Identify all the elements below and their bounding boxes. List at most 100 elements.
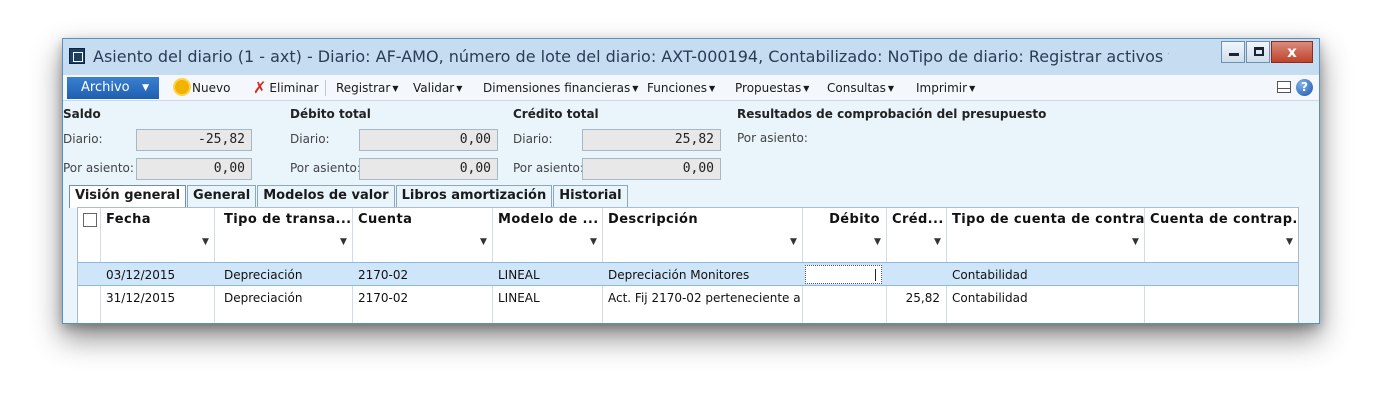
col-header-credito[interactable]: Créd... — [886, 208, 946, 232]
filter-dropdown-icon[interactable]: ▼ — [590, 232, 597, 252]
filter-dropdown-icon[interactable]: ▼ — [1132, 232, 1139, 252]
cell-modelo[interactable]: LINEAL — [492, 263, 602, 285]
validar-menu[interactable]: Validar ▼ — [413, 75, 462, 101]
credito-asiento-field[interactable]: 0,00 — [582, 158, 721, 180]
registrar-menu[interactable]: Registrar ▼ — [336, 75, 398, 101]
archivo-label: Archivo — [81, 80, 130, 95]
filter-dropdown-icon[interactable]: ▼ — [480, 232, 487, 252]
filter-dropdown-icon[interactable]: ▼ — [874, 232, 881, 252]
consultas-menu[interactable]: Consultas ▼ — [827, 75, 894, 101]
tab-vision-general[interactable]: Visión general — [69, 185, 187, 208]
funciones-label: Funciones — [647, 81, 707, 95]
cell-debito[interactable] — [802, 286, 886, 310]
app-icon — [69, 48, 85, 64]
close-button[interactable]: x — [1271, 41, 1313, 63]
nuevo-button[interactable]: Nuevo — [175, 75, 230, 101]
nuevo-label: Nuevo — [192, 81, 231, 95]
title-bar: Asiento del diario (1 - axt) - Diario: A… — [63, 39, 1319, 75]
col-header-debito[interactable]: Débito — [802, 208, 886, 232]
filter-dropdown-icon[interactable]: ▼ — [790, 232, 797, 252]
validar-label: Validar — [413, 81, 455, 95]
cell-fecha[interactable]: 31/12/2015 — [100, 286, 214, 310]
eliminar-button[interactable]: ✗ Eliminar — [253, 75, 319, 101]
propuestas-label: Propuestas — [735, 81, 802, 95]
debito-asiento-label: Por asiento: — [290, 161, 361, 175]
dropdown-arrow-icon: ▼ — [708, 84, 716, 93]
close-icon: x — [1287, 43, 1297, 61]
dropdown-arrow-icon: ▼ — [392, 84, 399, 93]
col-header-descripcion[interactable]: Descripción — [602, 208, 802, 232]
filter-dropdown-icon[interactable]: ▼ — [202, 232, 209, 252]
cell-cuenta-contra[interactable] — [1144, 263, 1298, 285]
cell-tipo-cuenta[interactable]: Contabilidad — [946, 263, 1144, 285]
new-sun-icon — [175, 80, 189, 94]
col-header-cuenta-contrapartida[interactable]: Cuenta de contrap... — [1144, 208, 1298, 232]
filter-dropdown-icon[interactable]: ▼ — [1286, 232, 1293, 252]
tab-strip: Visión general General Modelos de valor … — [69, 185, 629, 208]
cell-cuenta-contra[interactable] — [1144, 286, 1298, 310]
credito-diario-label: Diario: — [513, 132, 553, 146]
saldo-header: Saldo — [63, 107, 101, 121]
saldo-diario-field[interactable]: -25,82 — [136, 129, 252, 151]
dropdown-arrow-icon: ▼ — [456, 84, 463, 93]
tab-general[interactable]: General — [187, 185, 257, 207]
imprimir-menu[interactable]: Imprimir ▼ — [916, 75, 975, 101]
grid-filter-row: ▼ ▼ ▼ ▼ ▼ ▼ ▼ ▼ ▼ — [78, 232, 1298, 250]
cell-tipo[interactable]: Depreciación — [218, 286, 352, 310]
cell-credito[interactable]: 25,82 — [886, 286, 946, 310]
tab-libros-amortizacion[interactable]: Libros amortización — [395, 185, 553, 207]
cell-modelo[interactable]: LINEAL — [492, 286, 602, 310]
cell-cuenta[interactable]: 2170-02 — [352, 286, 492, 310]
table-row[interactable]: 31/12/2015 Depreciación 2170-02 LINEAL A… — [78, 286, 1298, 310]
minimize-button[interactable] — [1221, 41, 1245, 63]
cell-descripcion[interactable]: Act. Fij 2170-02 perteneciente a ... — [602, 286, 802, 310]
separator — [325, 80, 326, 96]
panel-toggle-icon[interactable] — [1277, 81, 1291, 93]
debito-asiento-field[interactable]: 0,00 — [359, 158, 498, 180]
filter-dropdown-icon[interactable]: ▼ — [934, 232, 941, 252]
cell-credito[interactable] — [886, 263, 946, 285]
funciones-menu[interactable]: Funciones ▼ — [647, 75, 715, 101]
help-icon[interactable]: ? — [1296, 79, 1313, 96]
dimensiones-label: Dimensiones financieras — [483, 81, 631, 95]
tab-historial[interactable]: Historial — [553, 185, 628, 207]
eliminar-label: Eliminar — [269, 81, 319, 95]
credito-diario-field[interactable]: 25,82 — [582, 129, 721, 151]
col-header-fecha[interactable]: Fecha — [100, 208, 214, 232]
col-header-tipo-transaccion[interactable]: Tipo de transa... — [218, 208, 352, 232]
debito-edit-field[interactable] — [805, 265, 882, 284]
credito-asiento-label: Por asiento: — [513, 161, 584, 175]
delete-x-icon: ✗ — [253, 78, 267, 97]
dimensiones-menu[interactable]: Dimensiones financieras ▼ — [483, 75, 638, 101]
dropdown-arrow-icon: ▼ — [887, 84, 894, 93]
col-header-tipo-cuenta-contra[interactable]: Tipo de cuenta de contra... — [946, 208, 1144, 232]
journal-lines-grid: Fecha Tipo de transa... Cuenta Modelo de… — [77, 207, 1299, 323]
propuestas-menu[interactable]: Propuestas ▼ — [735, 75, 809, 101]
dropdown-arrow-icon: ▼ — [969, 84, 976, 93]
tab-modelos-de-valor[interactable]: Modelos de valor — [257, 185, 395, 207]
dropdown-arrow-icon: ▼ — [803, 84, 810, 93]
saldo-asiento-label: Por asiento: — [63, 161, 134, 175]
maximize-icon — [1254, 47, 1264, 56]
table-row[interactable]: 03/12/2015 Depreciación 2170-02 LINEAL D… — [78, 262, 1298, 286]
registrar-label: Registrar — [336, 81, 391, 95]
cell-tipo-cuenta[interactable]: Contabilidad — [946, 286, 1144, 310]
totals-panel: Saldo Diario: -25,82 Por asiento: 0,00 D… — [63, 101, 1319, 189]
filter-dropdown-icon[interactable]: ▼ — [340, 232, 347, 252]
cell-descripcion[interactable]: Depreciación Monitores — [602, 263, 802, 285]
journal-window: Asiento del diario (1 - axt) - Diario: A… — [62, 38, 1320, 324]
credito-header: Crédito total — [513, 107, 599, 121]
select-all-checkbox[interactable] — [83, 213, 97, 227]
consultas-label: Consultas — [827, 81, 886, 95]
cell-fecha[interactable]: 03/12/2015 — [100, 263, 214, 285]
maximize-button[interactable] — [1246, 41, 1270, 63]
window-title: Asiento del diario (1 - axt) - Diario: A… — [93, 47, 1169, 66]
cell-tipo[interactable]: Depreciación — [218, 263, 352, 285]
archivo-button[interactable]: Archivo ▼ — [67, 77, 159, 99]
cell-cuenta[interactable]: 2170-02 — [352, 263, 492, 285]
col-header-modelo[interactable]: Modelo de ... — [492, 208, 602, 232]
col-header-cuenta[interactable]: Cuenta — [352, 208, 492, 232]
debito-diario-field[interactable]: 0,00 — [359, 129, 498, 151]
chevron-down-icon: ▼ — [142, 83, 149, 93]
saldo-asiento-field[interactable]: 0,00 — [136, 158, 252, 180]
